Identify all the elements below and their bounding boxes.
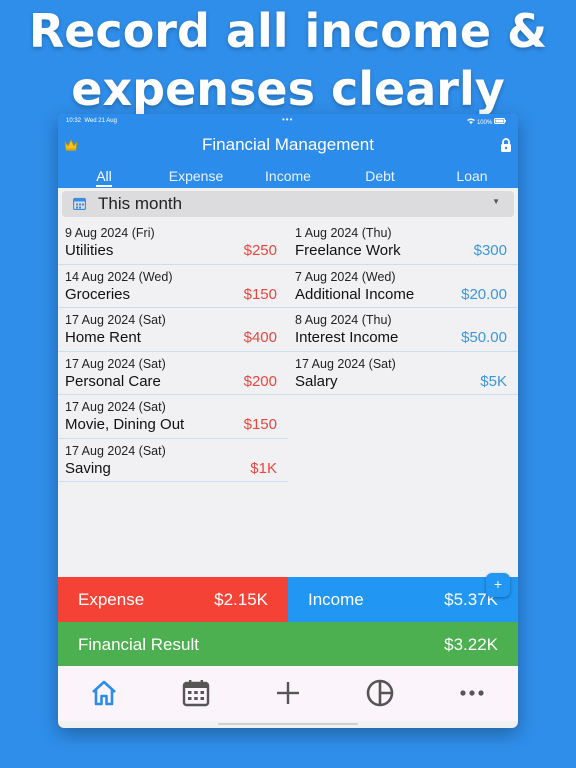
income-row[interactable]: 8 Aug 2024 (Thu) Interest Income $50.00 (288, 308, 518, 352)
expense-amount: $150 (243, 285, 277, 303)
period-selector[interactable]: This month ▼ (62, 191, 514, 217)
more-icon[interactable] (457, 678, 487, 708)
bottom-navigation (58, 666, 518, 721)
pie-chart-icon[interactable] (365, 678, 395, 708)
expense-amount: $400 (243, 329, 277, 346)
expense-date: 14 Aug 2024 (Wed) (65, 269, 173, 284)
expense-row[interactable]: 17 Aug 2024 (Sat) Home Rent $400 (58, 308, 288, 352)
expense-name: Personal Care (65, 372, 161, 390)
expense-name: Home Rent (65, 329, 141, 346)
multitask-dots[interactable]: ••• (282, 115, 293, 124)
app-screen: 10:32 Wed 21 Aug ••• 100% Financial Mana… (58, 114, 518, 728)
add-entry-button[interactable]: + (486, 573, 510, 597)
home-icon[interactable] (89, 678, 119, 708)
income-amount: $5K (480, 372, 507, 390)
app-bar: 10:32 Wed 21 Aug ••• 100% Financial Mana… (58, 114, 518, 188)
expense-row[interactable]: 14 Aug 2024 (Wed) Groceries $150 (58, 265, 288, 308)
expense-amount: $200 (243, 372, 277, 390)
tab-expense[interactable]: Expense (150, 168, 242, 184)
expense-row[interactable]: 9 Aug 2024 (Fri) Utilities $250 (58, 221, 288, 265)
income-summary[interactable]: Income $5.37K (288, 577, 518, 622)
tab-debt[interactable]: Debt (334, 168, 426, 184)
expense-date: 17 Aug 2024 (Sat) (65, 313, 166, 327)
result-label: Financial Result (78, 635, 199, 654)
income-list: 1 Aug 2024 (Thu) Freelance Work $300 7 A… (288, 221, 518, 395)
lock-icon[interactable] (500, 138, 512, 152)
result-value: $3.22K (444, 635, 498, 654)
home-indicator (218, 723, 358, 725)
income-name: Additional Income (295, 285, 415, 303)
expense-date: 9 Aug 2024 (Fri) (65, 226, 155, 240)
expense-name: Movie, Dining Out (65, 416, 185, 433)
promo-headline: Record all income & expenses clearly (0, 0, 576, 118)
income-name: Freelance Work (295, 242, 401, 259)
expense-summary[interactable]: Expense $2.15K (58, 577, 288, 622)
expense-list: 9 Aug 2024 (Fri) Utilities $250 14 Aug 2… (58, 221, 288, 482)
wifi-icon (467, 118, 477, 126)
expense-amount: $250 (243, 242, 277, 259)
income-date: 1 Aug 2024 (Thu) (295, 226, 392, 240)
income-row[interactable]: 7 Aug 2024 (Wed) Additional Income $20.0… (288, 265, 518, 308)
filter-tabs: All Expense Income Debt Loan (58, 168, 518, 188)
calendar-icon (72, 197, 87, 211)
income-name: Salary (295, 372, 338, 390)
income-row[interactable]: 1 Aug 2024 (Thu) Freelance Work $300 (288, 221, 518, 265)
tab-loan[interactable]: Loan (426, 168, 518, 184)
expense-date: 17 Aug 2024 (Sat) (65, 356, 166, 371)
financial-result-summary[interactable]: Financial Result $3.22K (58, 622, 518, 666)
expense-summary-value: $2.15K (214, 590, 268, 609)
income-name: Interest Income (295, 329, 399, 346)
tab-all[interactable]: All (58, 168, 150, 187)
income-amount: $20.00 (461, 285, 507, 303)
expense-date: 17 Aug 2024 (Sat) (65, 443, 166, 458)
calendar-icon[interactable] (181, 678, 211, 708)
income-row[interactable]: 17 Aug 2024 (Sat) Salary $5K (288, 352, 518, 395)
tab-income[interactable]: Income (242, 168, 334, 184)
expense-name: Groceries (65, 285, 131, 303)
expense-row[interactable]: 17 Aug 2024 (Sat) Saving $1K (58, 439, 288, 482)
promo-line-2: expenses clearly (71, 62, 505, 116)
expense-summary-label: Expense (78, 590, 145, 609)
expense-date: 17 Aug 2024 (Sat) (65, 400, 166, 414)
status-date: Wed 21 Aug (84, 118, 117, 124)
income-amount: $300 (473, 242, 507, 259)
income-amount: $50.00 (461, 329, 507, 346)
add-icon[interactable] (273, 678, 303, 708)
income-summary-label: Income (308, 590, 364, 609)
tablet-frame: 10:32 Wed 21 Aug ••• 100% Financial Mana… (58, 114, 518, 728)
income-date: 8 Aug 2024 (Thu) (295, 313, 392, 327)
expense-name: Utilities (65, 242, 114, 259)
expense-amount: $1K (250, 459, 277, 477)
income-date: 17 Aug 2024 (Sat) (295, 356, 396, 371)
promo-line-1: Record all income & (28, 4, 548, 58)
income-date: 7 Aug 2024 (Wed) (295, 269, 396, 284)
app-title: Financial Management (202, 135, 374, 154)
expense-amount: $150 (243, 416, 277, 433)
expense-row[interactable]: 17 Aug 2024 (Sat) Personal Care $200 (58, 352, 288, 395)
expense-row[interactable]: 17 Aug 2024 (Sat) Movie, Dining Out $150 (58, 395, 288, 439)
expense-name: Saving (65, 459, 111, 477)
period-label: This month (98, 194, 183, 213)
chevron-down-icon: ▼ (492, 197, 500, 206)
battery-icon (494, 118, 506, 126)
battery-level: 100% (476, 120, 493, 126)
status-time: 10:32 (66, 118, 82, 124)
status-bar: 10:32 Wed 21 Aug ••• 100% (58, 114, 518, 128)
